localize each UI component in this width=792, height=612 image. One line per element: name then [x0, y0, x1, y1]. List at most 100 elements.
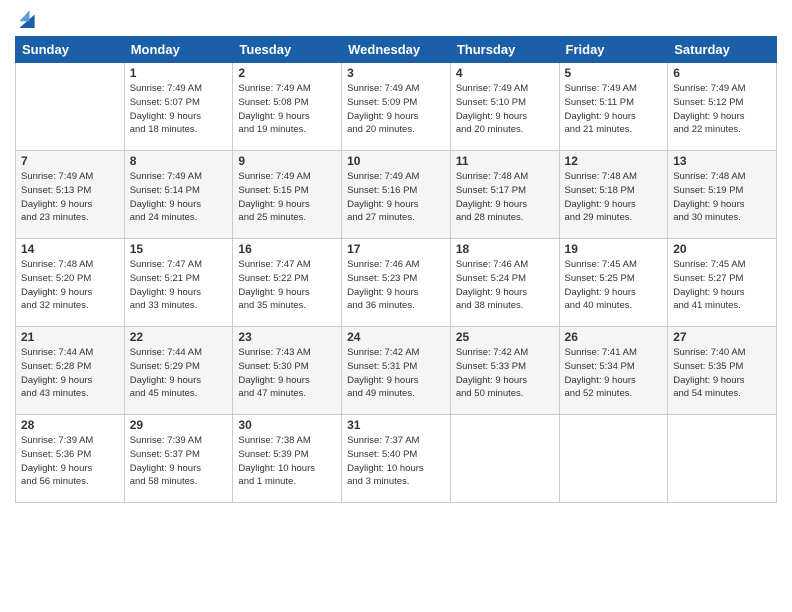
- day-info: Sunrise: 7:49 AM Sunset: 5:11 PM Dayligh…: [565, 82, 663, 137]
- day-cell: 12 Sunrise: 7:48 AM Sunset: 5:18 PM Dayli…: [559, 151, 668, 239]
- day-number: 12: [565, 154, 663, 168]
- day-cell: 22 Sunrise: 7:44 AM Sunset: 5:29 PM Dayli…: [124, 327, 233, 415]
- day-info: Sunrise: 7:49 AM Sunset: 5:09 PM Dayligh…: [347, 82, 445, 137]
- day-number: 29: [130, 418, 228, 432]
- day-info: Sunrise: 7:49 AM Sunset: 5:14 PM Dayligh…: [130, 170, 228, 225]
- day-number: 16: [238, 242, 336, 256]
- day-cell: [16, 63, 125, 151]
- header-tuesday: Tuesday: [233, 37, 342, 63]
- day-info: Sunrise: 7:49 AM Sunset: 5:15 PM Dayligh…: [238, 170, 336, 225]
- day-cell: 17 Sunrise: 7:46 AM Sunset: 5:23 PM Dayli…: [342, 239, 451, 327]
- day-number: 22: [130, 330, 228, 344]
- day-number: 25: [456, 330, 554, 344]
- day-info: Sunrise: 7:45 AM Sunset: 5:25 PM Dayligh…: [565, 258, 663, 313]
- header: [15, 10, 777, 28]
- day-number: 4: [456, 66, 554, 80]
- logo: [15, 10, 38, 28]
- day-number: 30: [238, 418, 336, 432]
- day-cell: 14 Sunrise: 7:48 AM Sunset: 5:20 PM Dayli…: [16, 239, 125, 327]
- day-cell: 13 Sunrise: 7:48 AM Sunset: 5:19 PM Dayli…: [668, 151, 777, 239]
- day-info: Sunrise: 7:37 AM Sunset: 5:40 PM Dayligh…: [347, 434, 445, 489]
- header-monday: Monday: [124, 37, 233, 63]
- day-cell: 26Sunrise: 7:41 AM Sunset: 5:34 PM Dayli…: [559, 327, 668, 415]
- day-number: 1: [130, 66, 228, 80]
- day-number: 5: [565, 66, 663, 80]
- day-info: Sunrise: 7:49 AM Sunset: 5:16 PM Dayligh…: [347, 170, 445, 225]
- header-row: SundayMondayTuesdayWednesdayThursdayFrid…: [16, 37, 777, 63]
- header-friday: Friday: [559, 37, 668, 63]
- day-number: 9: [238, 154, 336, 168]
- day-cell: 3 Sunrise: 7:49 AM Sunset: 5:09 PM Daylig…: [342, 63, 451, 151]
- day-info: Sunrise: 7:39 AM Sunset: 5:37 PM Dayligh…: [130, 434, 228, 489]
- header-wednesday: Wednesday: [342, 37, 451, 63]
- day-info: Sunrise: 7:47 AM Sunset: 5:21 PM Dayligh…: [130, 258, 228, 313]
- header-sunday: Sunday: [16, 37, 125, 63]
- header-saturday: Saturday: [668, 37, 777, 63]
- day-cell: 31 Sunrise: 7:37 AM Sunset: 5:40 PM Dayli…: [342, 415, 451, 503]
- day-number: 15: [130, 242, 228, 256]
- day-number: 7: [21, 154, 119, 168]
- week-row-1: 7 Sunrise: 7:49 AM Sunset: 5:13 PM Daylig…: [16, 151, 777, 239]
- day-cell: 7 Sunrise: 7:49 AM Sunset: 5:13 PM Daylig…: [16, 151, 125, 239]
- day-number: 23: [238, 330, 336, 344]
- day-cell: 21 Sunrise: 7:44 AM Sunset: 5:28 PM Dayli…: [16, 327, 125, 415]
- day-number: 17: [347, 242, 445, 256]
- day-cell: 18Sunrise: 7:46 AM Sunset: 5:24 PM Dayli…: [450, 239, 559, 327]
- day-number: 31: [347, 418, 445, 432]
- week-row-4: 28 Sunrise: 7:39 AM Sunset: 5:36 PM Dayli…: [16, 415, 777, 503]
- page: SundayMondayTuesdayWednesdayThursdayFrid…: [0, 0, 792, 612]
- day-cell: 29 Sunrise: 7:39 AM Sunset: 5:37 PM Dayli…: [124, 415, 233, 503]
- day-cell: 28 Sunrise: 7:39 AM Sunset: 5:36 PM Dayli…: [16, 415, 125, 503]
- day-number: 2: [238, 66, 336, 80]
- day-cell: 27 Sunrise: 7:40 AM Sunset: 5:35 PM Dayli…: [668, 327, 777, 415]
- day-cell: 25 Sunrise: 7:42 AM Sunset: 5:33 PM Dayli…: [450, 327, 559, 415]
- day-number: 3: [347, 66, 445, 80]
- day-cell: [450, 415, 559, 503]
- day-info: Sunrise: 7:47 AM Sunset: 5:22 PM Dayligh…: [238, 258, 336, 313]
- day-info: Sunrise: 7:49 AM Sunset: 5:08 PM Dayligh…: [238, 82, 336, 137]
- day-cell: 23 Sunrise: 7:43 AM Sunset: 5:30 PM Dayli…: [233, 327, 342, 415]
- day-cell: [559, 415, 668, 503]
- day-cell: 8 Sunrise: 7:49 AM Sunset: 5:14 PM Daylig…: [124, 151, 233, 239]
- day-cell: 10 Sunrise: 7:49 AM Sunset: 5:16 PM Dayli…: [342, 151, 451, 239]
- day-info: Sunrise: 7:40 AM Sunset: 5:35 PM Dayligh…: [673, 346, 771, 401]
- day-number: 10: [347, 154, 445, 168]
- day-info: Sunrise: 7:49 AM Sunset: 5:13 PM Dayligh…: [21, 170, 119, 225]
- day-info: Sunrise: 7:49 AM Sunset: 5:12 PM Dayligh…: [673, 82, 771, 137]
- week-row-2: 14 Sunrise: 7:48 AM Sunset: 5:20 PM Dayli…: [16, 239, 777, 327]
- day-info: Sunrise: 7:46 AM Sunset: 5:23 PM Dayligh…: [347, 258, 445, 313]
- day-number: 11: [456, 154, 554, 168]
- day-info: Sunrise: 7:44 AM Sunset: 5:28 PM Dayligh…: [21, 346, 119, 401]
- day-info: Sunrise: 7:38 AM Sunset: 5:39 PM Dayligh…: [238, 434, 336, 489]
- day-cell: [668, 415, 777, 503]
- day-cell: 9 Sunrise: 7:49 AM Sunset: 5:15 PM Daylig…: [233, 151, 342, 239]
- day-cell: 24Sunrise: 7:42 AM Sunset: 5:31 PM Dayli…: [342, 327, 451, 415]
- day-cell: 30 Sunrise: 7:38 AM Sunset: 5:39 PM Dayli…: [233, 415, 342, 503]
- week-row-3: 21 Sunrise: 7:44 AM Sunset: 5:28 PM Dayli…: [16, 327, 777, 415]
- day-info: Sunrise: 7:42 AM Sunset: 5:31 PM Dayligh…: [347, 346, 445, 401]
- day-info: Sunrise: 7:45 AM Sunset: 5:27 PM Dayligh…: [673, 258, 771, 313]
- day-number: 14: [21, 242, 119, 256]
- day-number: 19: [565, 242, 663, 256]
- day-info: Sunrise: 7:44 AM Sunset: 5:29 PM Dayligh…: [130, 346, 228, 401]
- day-number: 21: [21, 330, 119, 344]
- week-row-0: 1Sunrise: 7:49 AM Sunset: 5:07 PM Daylig…: [16, 63, 777, 151]
- day-info: Sunrise: 7:43 AM Sunset: 5:30 PM Dayligh…: [238, 346, 336, 401]
- day-number: 28: [21, 418, 119, 432]
- day-cell: 19 Sunrise: 7:45 AM Sunset: 5:25 PM Dayli…: [559, 239, 668, 327]
- day-info: Sunrise: 7:48 AM Sunset: 5:19 PM Dayligh…: [673, 170, 771, 225]
- day-number: 8: [130, 154, 228, 168]
- day-cell: 5 Sunrise: 7:49 AM Sunset: 5:11 PM Daylig…: [559, 63, 668, 151]
- day-number: 27: [673, 330, 771, 344]
- day-cell: 15 Sunrise: 7:47 AM Sunset: 5:21 PM Dayli…: [124, 239, 233, 327]
- day-number: 26: [565, 330, 663, 344]
- day-cell: 11Sunrise: 7:48 AM Sunset: 5:17 PM Dayli…: [450, 151, 559, 239]
- calendar-table: SundayMondayTuesdayWednesdayThursdayFrid…: [15, 36, 777, 503]
- day-number: 13: [673, 154, 771, 168]
- day-info: Sunrise: 7:48 AM Sunset: 5:20 PM Dayligh…: [21, 258, 119, 313]
- day-cell: 1Sunrise: 7:49 AM Sunset: 5:07 PM Daylig…: [124, 63, 233, 151]
- day-number: 18: [456, 242, 554, 256]
- day-info: Sunrise: 7:42 AM Sunset: 5:33 PM Dayligh…: [456, 346, 554, 401]
- day-info: Sunrise: 7:39 AM Sunset: 5:36 PM Dayligh…: [21, 434, 119, 489]
- day-info: Sunrise: 7:48 AM Sunset: 5:18 PM Dayligh…: [565, 170, 663, 225]
